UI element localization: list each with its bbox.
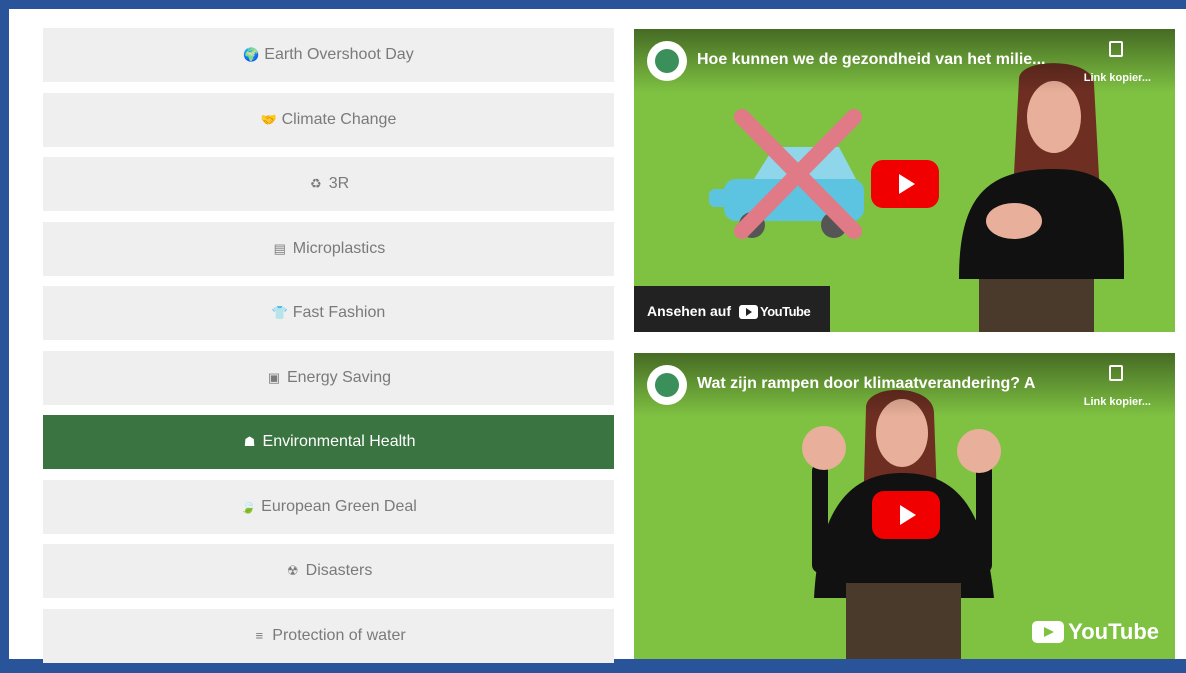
- youtube-wordmark: YouTube: [1068, 619, 1159, 644]
- menu-item-climate-change[interactable]: 🤝 Climate Change: [43, 92, 614, 147]
- menu-item-disasters[interactable]: ☢ Disasters: [43, 544, 614, 598]
- menu-item-label: Earth Overshoot Day: [264, 46, 414, 63]
- energy-icon: ▣: [267, 369, 281, 385]
- tshirt-icon: 👕: [271, 305, 288, 320]
- play-icon: [899, 174, 915, 194]
- menu-item-protection-of-water[interactable]: ≡ Protection of water: [43, 608, 614, 663]
- watch-label: Ansehen auf: [647, 303, 732, 319]
- youtube-icon: [739, 305, 759, 319]
- video-title[interactable]: Hoe kunnen we de gezondheid van het mili…: [697, 51, 1046, 69]
- video-player-disasters[interactable]: Wat zijn rampen door klimaatverandering?…: [634, 353, 1175, 659]
- water-icon: ≡: [255, 628, 264, 643]
- copy-link-icon[interactable]: [1109, 41, 1123, 57]
- video-title[interactable]: Wat zijn rampen door klimaatverandering?…: [697, 375, 1035, 393]
- menu-item-label: 3R: [328, 175, 350, 192]
- menu-item-label: Environmental Health: [262, 433, 416, 450]
- radiation-icon: ☢: [286, 563, 299, 578]
- handshake-icon: 🤝: [260, 111, 277, 127]
- copy-link-icon[interactable]: [1109, 365, 1123, 381]
- menu-item-label: European Green Deal: [261, 497, 417, 515]
- youtube-icon: [1032, 621, 1065, 643]
- page: 🌍 Earth Overshoot Day 🤝 Climate Change ♻…: [9, 9, 1186, 663]
- play-button[interactable]: [872, 491, 940, 539]
- copy-link-label[interactable]: Link kopier...: [1061, 72, 1151, 84]
- video-player-environmental-health[interactable]: Hoe kunnen we de gezondheid van het mili…: [634, 29, 1175, 332]
- watch-on-youtube-button[interactable]: Ansehen auf YouTube: [634, 286, 830, 332]
- menu-item-label: Protection of water: [272, 626, 406, 644]
- menu-item-european-green-deal[interactable]: 🍃 European Green Deal: [43, 479, 614, 534]
- menu-item-label: Energy Saving: [286, 368, 392, 386]
- menu-item-fast-fashion[interactable]: 👕 Fast Fashion: [43, 286, 614, 340]
- menu-item-label: Fast Fashion: [292, 304, 386, 321]
- youtube-wordmark: YouTube: [760, 303, 811, 319]
- topic-menu: 🌍 Earth Overshoot Day 🤝 Climate Change ♻…: [43, 28, 614, 673]
- menu-item-environmental-health[interactable]: ☗ Environmental Health: [43, 415, 614, 469]
- play-button[interactable]: [871, 160, 939, 208]
- hand-holding-person-icon: ☗: [243, 434, 256, 449]
- menu-item-label: Climate Change: [281, 110, 397, 128]
- globe-icon: 🌍: [243, 47, 260, 62]
- menu-item-energy-saving[interactable]: ▣ Energy Saving: [43, 350, 614, 405]
- leaf-icon: 🍃: [240, 498, 257, 514]
- menu-item-label: Microplastics: [292, 239, 386, 257]
- menu-item-3r[interactable]: ♻ 3R: [43, 157, 614, 211]
- play-icon: [900, 505, 916, 525]
- copy-link-label[interactable]: Link kopier...: [1061, 396, 1151, 408]
- menu-item-earth-overshoot-day[interactable]: 🌍 Earth Overshoot Day: [43, 28, 614, 82]
- menu-item-microplastics[interactable]: ▤ Microplastics: [43, 221, 614, 276]
- youtube-logo[interactable]: YouTube: [1032, 619, 1159, 645]
- menu-item-label: Disasters: [305, 562, 373, 579]
- recycle-icon: ♻: [309, 176, 322, 191]
- channel-avatar[interactable]: [647, 365, 687, 405]
- channel-avatar[interactable]: [647, 41, 687, 81]
- microplastics-icon: ▤: [273, 240, 286, 256]
